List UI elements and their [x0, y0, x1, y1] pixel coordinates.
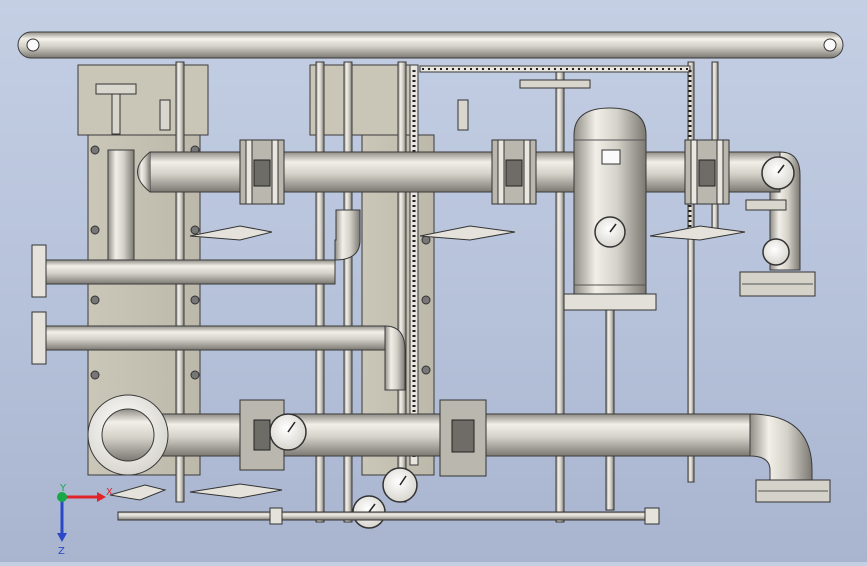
- pressure-gauge-bottom-1[interactable]: [382, 467, 418, 503]
- pressure-gauge-right[interactable]: [762, 238, 790, 266]
- upper-main-pipe[interactable]: [107, 149, 781, 271]
- upper-flange-valve-3[interactable]: [684, 139, 730, 205]
- cad-viewport[interactable]: X Y Z: [0, 0, 867, 562]
- triad-z-label: Z: [58, 546, 65, 557]
- pressure-gauge-upper-right[interactable]: [761, 156, 795, 190]
- upper-flange-valve-1[interactable]: [239, 139, 285, 205]
- triad-z-arrow: [57, 533, 67, 542]
- cad-model-drawing[interactable]: X Y Z: [0, 0, 867, 562]
- upper-flange-valve-2[interactable]: [491, 139, 537, 205]
- pressure-gauge-lower-pipe[interactable]: [269, 413, 307, 451]
- triad-x-arrow: [97, 492, 106, 502]
- triad-x-label: X: [106, 487, 113, 498]
- triad-y-label: Y: [59, 483, 67, 494]
- coordinate-triad: X Y Z: [57, 483, 113, 557]
- pressure-gauge-filter[interactable]: [594, 216, 626, 248]
- top-header-beam[interactable]: [17, 31, 844, 59]
- lower-flange-valve-2[interactable]: [439, 399, 487, 477]
- bottom-drain-line[interactable]: [117, 507, 660, 525]
